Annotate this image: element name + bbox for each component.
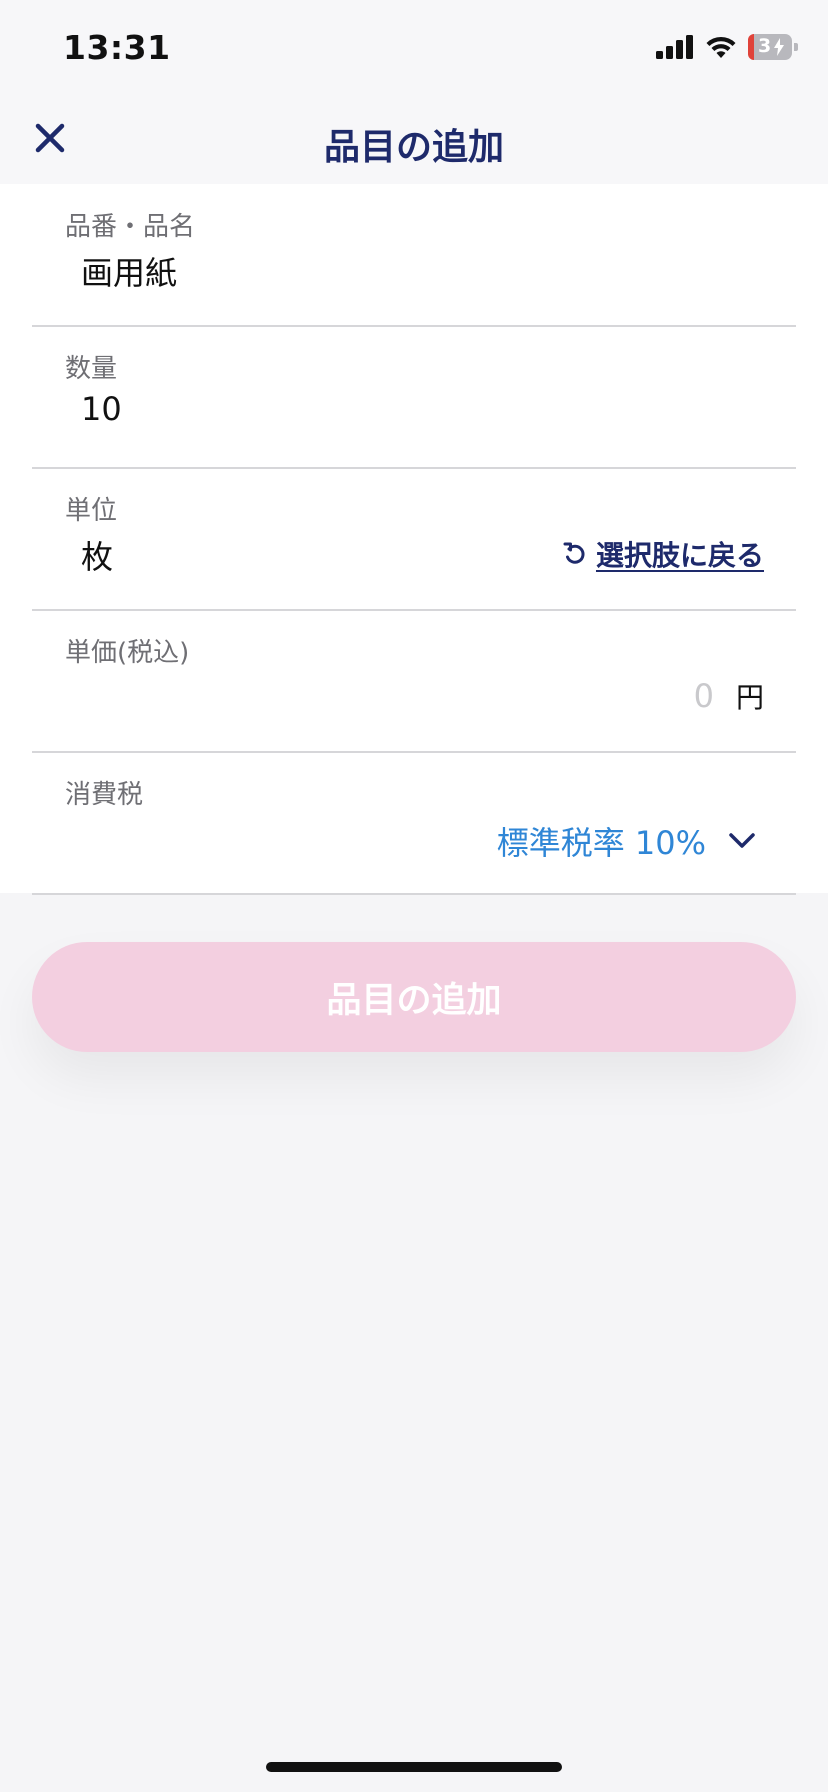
status-icons: 3: [656, 34, 798, 60]
tax-label: 消費税: [65, 780, 144, 810]
signal-icon: [656, 35, 693, 59]
item-name-row[interactable]: 品番・品名 画用紙: [32, 184, 796, 327]
charging-bolt-icon: [774, 38, 784, 56]
currency-label: 円: [735, 681, 764, 714]
add-item-button[interactable]: 品目の追加: [32, 942, 796, 1052]
quantity-field[interactable]: 10: [81, 390, 122, 428]
wifi-icon: [706, 36, 736, 58]
page-title: 品目の追加: [323, 127, 504, 168]
quantity-label: 数量: [65, 354, 118, 384]
battery-icon: 3: [748, 34, 798, 60]
chevron-down-icon: [729, 833, 755, 848]
item-name-label: 品番・品名: [65, 212, 196, 242]
status-time: 13:31: [63, 28, 171, 67]
home-indicator: [266, 1762, 562, 1772]
unit-label: 単位: [65, 496, 118, 526]
status-bar: 13:31 3: [0, 0, 828, 100]
unit-field[interactable]: 枚: [81, 532, 113, 578]
quantity-row[interactable]: 数量 10: [32, 326, 796, 469]
undo-icon: [563, 542, 585, 564]
unit-row[interactable]: 単位 枚 選択肢に戻る: [32, 468, 796, 611]
nav-bar: 品目の追加: [0, 100, 828, 184]
tax-row[interactable]: 消費税 標準税率 10%: [32, 752, 796, 895]
unit-price-input[interactable]: 0 円: [694, 676, 764, 716]
revert-to-options-label: 選択肢に戻る: [595, 539, 764, 572]
item-name-field[interactable]: 画用紙: [81, 248, 177, 294]
revert-to-options-link[interactable]: 選択肢に戻る: [562, 534, 764, 574]
unit-price-row[interactable]: 単価(税込) 0 円: [32, 610, 796, 753]
tax-rate-select[interactable]: 標準税率 10%: [497, 818, 756, 864]
unit-price-label: 単価(税込): [65, 638, 190, 668]
battery-level: 3: [758, 35, 772, 57]
tax-rate-value: 標準税率 10%: [496, 824, 706, 862]
unit-price-placeholder[interactable]: 0: [694, 677, 714, 715]
item-form: 品番・品名 画用紙 数量 10 単位 枚 選択肢に戻る 単価(税込) 0 円 消…: [0, 184, 828, 895]
